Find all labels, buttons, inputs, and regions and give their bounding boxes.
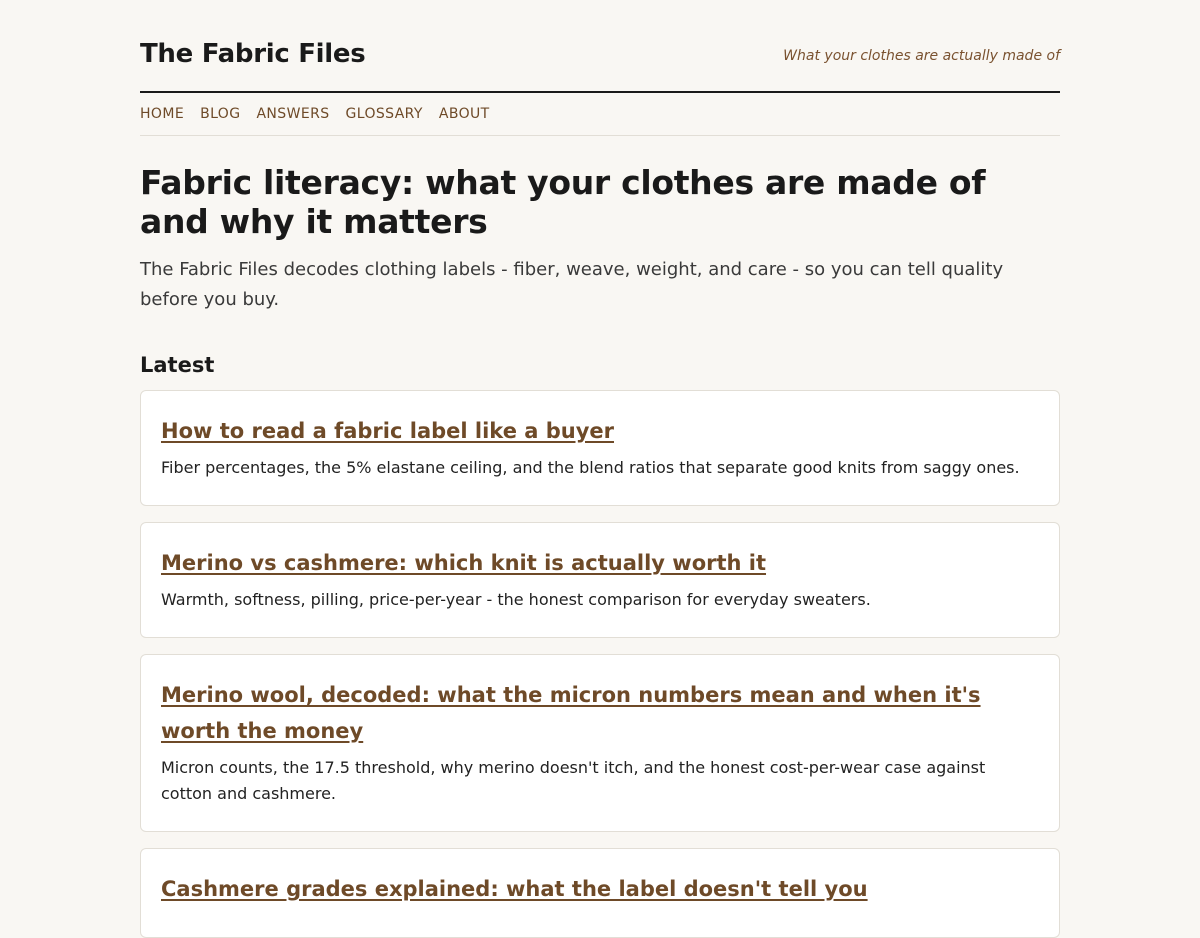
post-card: Merino vs cashmere: which knit is actual… — [140, 522, 1060, 638]
site-title[interactable]: The Fabric Files — [140, 39, 366, 69]
nav-item-answers[interactable]: ANSWERS — [256, 106, 329, 122]
nav-item-glossary[interactable]: GLOSSARY — [346, 106, 423, 122]
site-tagline: What your clothes are actually made of — [783, 48, 1060, 64]
site-header: The Fabric Files What your clothes are a… — [140, 0, 1060, 93]
intro-text: The Fabric Files decodes clothing labels… — [140, 259, 1004, 310]
main-nav: HOME BLOG ANSWERS GLOSSARY ABOUT — [140, 93, 1060, 136]
nav-item-blog[interactable]: BLOG — [200, 106, 240, 122]
post-card: Cashmere grades explained: what the labe… — [140, 848, 1060, 938]
post-summary: Warmth, softness, pilling, price-per-yea… — [161, 590, 871, 609]
post-card: How to read a fabric label like a buyer … — [140, 390, 1060, 506]
page-title: Fabric literacy: what your clothes are m… — [140, 163, 986, 241]
nav-item-home[interactable]: HOME — [140, 106, 184, 122]
post-title-link[interactable]: Merino vs cashmere: which knit is actual… — [161, 545, 1039, 581]
page-wrapper: The Fabric Files What your clothes are a… — [140, 0, 1060, 938]
post-summary: Micron counts, the 17.5 threshold, why m… — [161, 758, 986, 803]
post-title-link[interactable]: Merino wool, decoded: what the micron nu… — [161, 677, 1039, 749]
post-title-link[interactable]: Cashmere grades explained: what the labe… — [161, 871, 1039, 907]
post-title-link[interactable]: How to read a fabric label like a buyer — [161, 413, 1039, 449]
post-summary: Fiber percentages, the 5% elastane ceili… — [161, 458, 1020, 477]
section-title-latest: Latest — [140, 353, 215, 377]
post-list: How to read a fabric label like a buyer … — [140, 390, 1060, 938]
post-card: Merino wool, decoded: what the micron nu… — [140, 654, 1060, 832]
main-content: Fabric literacy: what your clothes are m… — [140, 163, 1060, 938]
nav-item-about[interactable]: ABOUT — [439, 106, 490, 122]
